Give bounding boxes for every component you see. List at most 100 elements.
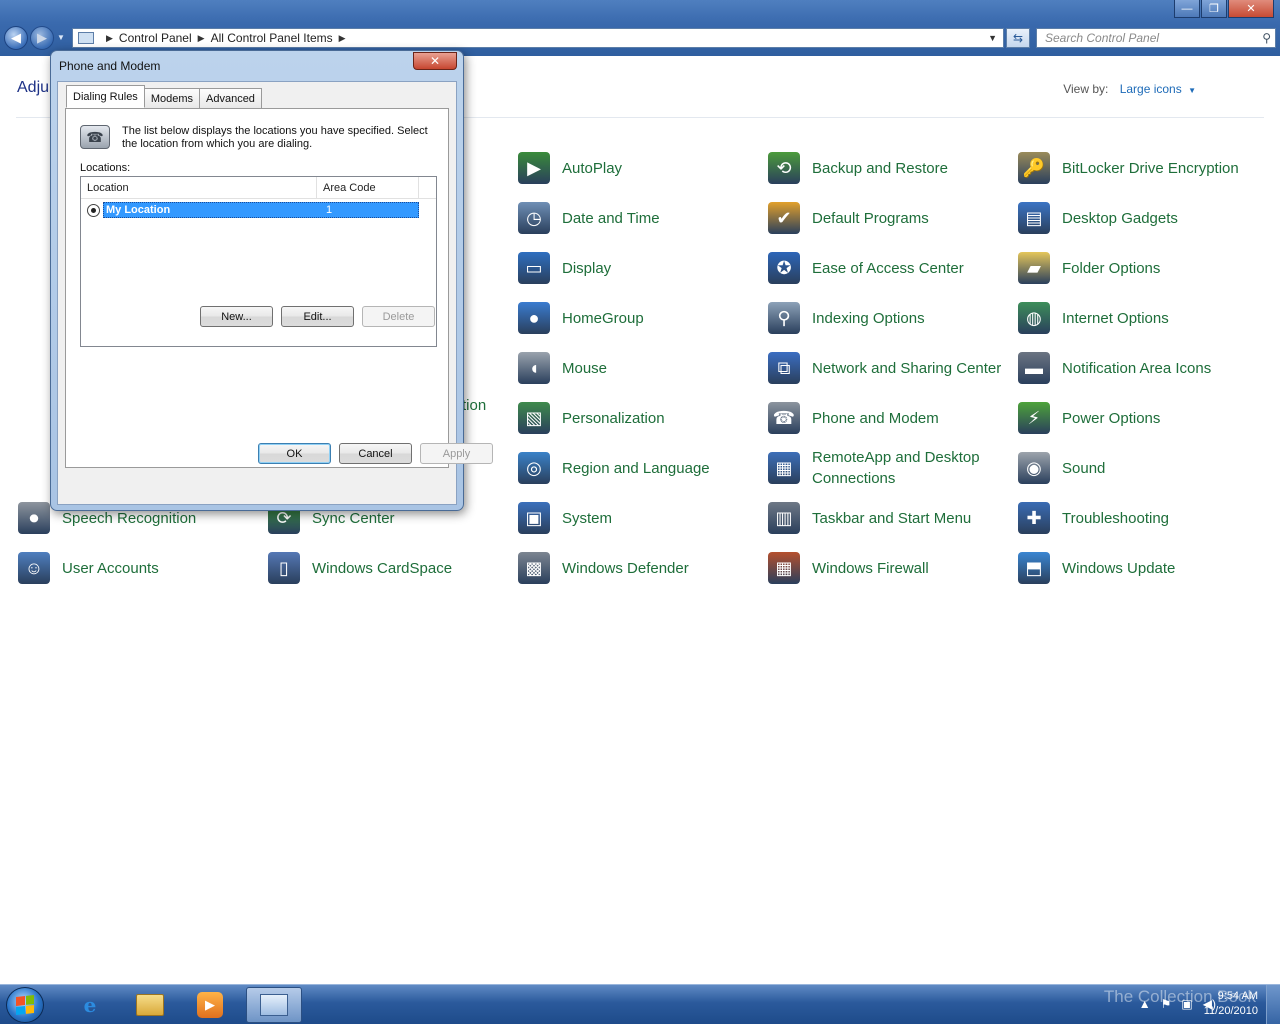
cancel-button[interactable]: Cancel xyxy=(339,443,412,464)
chevron-down-icon[interactable]: ▼ xyxy=(1188,86,1196,95)
control-panel-item-label: HomeGroup xyxy=(562,309,644,327)
dialog-title: Phone and Modem xyxy=(59,59,161,73)
control-panel-item[interactable]: ☺ User Accounts xyxy=(18,546,258,590)
autoplay-icon: ▶ xyxy=(518,152,550,184)
control-panel-item[interactable]: ▧ Personalization xyxy=(518,396,758,440)
column-header-location[interactable]: Location xyxy=(81,177,317,198)
control-panel-item[interactable]: ◖ Mouse xyxy=(518,346,758,390)
control-panel-item[interactable]: ⚡ Power Options xyxy=(1018,396,1258,440)
media-player-icon: ▶ xyxy=(197,992,223,1018)
minimize-button[interactable]: — xyxy=(1174,0,1200,18)
location-radio[interactable] xyxy=(87,203,100,217)
delete-button[interactable]: Delete xyxy=(362,306,435,327)
control-panel-item[interactable]: ⟲ Backup and Restore xyxy=(768,146,1008,190)
back-button[interactable]: ◀ xyxy=(4,26,28,50)
breadcrumb-all-items[interactable]: All Control Panel Items xyxy=(211,31,333,45)
dialog-body: Dialing Rules Modems Advanced ☎ The list… xyxy=(57,81,457,505)
refresh-button[interactable]: ⇆ xyxy=(1006,28,1030,48)
location-area-code: 1 xyxy=(326,204,333,216)
control-panel-item-label: Windows Firewall xyxy=(812,559,929,577)
control-panel-item-label: Personalization xyxy=(562,409,665,427)
control-panel-item[interactable]: ▬ Notification Area Icons xyxy=(1018,346,1258,390)
taskbar-internet-explorer[interactable]: e xyxy=(62,987,118,1023)
control-panel-icon xyxy=(260,994,288,1016)
ease-of-access-icon: ✪ xyxy=(768,252,800,284)
control-panel-item[interactable]: ⚲ Indexing Options xyxy=(768,296,1008,340)
control-panel-item[interactable]: ✔ Default Programs xyxy=(768,196,1008,240)
close-icon: ✕ xyxy=(429,54,441,68)
control-panel-item[interactable]: ● HomeGroup xyxy=(518,296,758,340)
search-input[interactable]: Search Control Panel ⚲ xyxy=(1036,28,1276,48)
taskbar-media-player[interactable]: ▶ xyxy=(182,987,238,1023)
breadcrumb-control-panel[interactable]: Control Panel xyxy=(119,31,192,45)
control-panel-item[interactable]: ◷ Date and Time xyxy=(518,196,758,240)
close-button[interactable]: ✕ xyxy=(1228,0,1274,18)
control-panel-item-label: Taskbar and Start Menu xyxy=(812,509,972,527)
tab-modems[interactable]: Modems xyxy=(143,88,200,108)
control-panel-item-label: Region and Language xyxy=(562,459,710,477)
edit-button[interactable]: Edit... xyxy=(281,306,354,327)
address-dropdown-icon[interactable]: ▼ xyxy=(988,33,997,43)
tab-dialing-rules[interactable]: Dialing Rules xyxy=(66,85,145,108)
breadcrumb-separator-icon[interactable]: ▶ xyxy=(339,33,346,44)
control-panel-item[interactable]: ☎ Phone and Modem xyxy=(768,396,1008,440)
taskbar: e ▶ The Collection Book ▲ ⚑ ▣ ◀) 9:54 AM… xyxy=(0,984,1280,1024)
maximize-button[interactable]: ❐ xyxy=(1201,0,1227,18)
control-panel-item[interactable]: 🔑 BitLocker Drive Encryption xyxy=(1018,146,1258,190)
control-panel-item[interactable]: ✪ Ease of Access Center xyxy=(768,246,1008,290)
breadcrumb-separator-icon[interactable]: ▶ xyxy=(106,33,113,44)
show-desktop-button[interactable] xyxy=(1266,985,1280,1024)
taskbar-windows-explorer[interactable] xyxy=(122,987,178,1023)
show-hidden-icons-icon[interactable]: ▲ xyxy=(1139,997,1151,1011)
control-panel-item[interactable]: ▶ AutoPlay xyxy=(518,146,758,190)
partial-item-label[interactable]: tion xyxy=(462,397,486,414)
action-center-flag-icon[interactable]: ⚑ xyxy=(1161,997,1172,1011)
control-panel-item[interactable]: ✚ Troubleshooting xyxy=(1018,496,1258,540)
control-panel-item[interactable]: ◎ Region and Language xyxy=(518,446,758,490)
clock[interactable]: 9:54 AM 11/20/2010 xyxy=(1204,989,1258,1019)
control-panel-item-label: User Accounts xyxy=(62,559,159,577)
control-panel-item[interactable]: ▰ Folder Options xyxy=(1018,246,1258,290)
control-panel-item[interactable]: ▤ Desktop Gadgets xyxy=(1018,196,1258,240)
control-panel-item[interactable]: ▣ System xyxy=(518,496,758,540)
column-header-area-code[interactable]: Area Code xyxy=(317,177,419,198)
firewall-icon: ▦ xyxy=(768,552,800,584)
selected-row-highlight[interactable]: My Location 1 xyxy=(103,202,419,218)
breadcrumb-separator-icon[interactable]: ▶ xyxy=(198,33,205,44)
control-panel-item[interactable]: ▥ Taskbar and Start Menu xyxy=(768,496,1008,540)
control-panel-item[interactable]: ⬒ Windows Update xyxy=(1018,546,1258,590)
new-button[interactable]: New... xyxy=(200,306,273,327)
dialing-rules-panel: ☎ The list below displays the locations … xyxy=(65,108,449,468)
system-icon: ▣ xyxy=(518,502,550,534)
tab-advanced[interactable]: Advanced xyxy=(199,88,262,108)
control-panel-item[interactable]: ▭ Display xyxy=(518,246,758,290)
control-panel-item[interactable]: ▯ Windows CardSpace xyxy=(268,546,508,590)
window-controls: — ❐ ✕ xyxy=(1174,0,1274,18)
control-panel-item-label: Folder Options xyxy=(1062,259,1161,277)
view-by-value[interactable]: Large icons xyxy=(1120,82,1182,96)
address-bar[interactable]: ▶ Control Panel ▶ All Control Panel Item… xyxy=(72,28,1004,48)
ok-button[interactable]: OK xyxy=(258,443,331,464)
control-panel-item[interactable]: ▦ RemoteApp and Desktop Connections xyxy=(768,446,1008,490)
control-panel-item[interactable]: ▩ Windows Defender xyxy=(518,546,758,590)
taskbar-control-panel[interactable] xyxy=(246,987,302,1023)
control-panel-item[interactable]: ◍ Internet Options xyxy=(1018,296,1258,340)
locations-label: Locations: xyxy=(80,162,131,174)
forward-button[interactable]: ▶ xyxy=(30,26,54,50)
control-panel-item[interactable]: ▦ Windows Firewall xyxy=(768,546,1008,590)
table-row[interactable]: My Location 1 xyxy=(87,202,419,218)
apply-button[interactable]: Apply xyxy=(420,443,493,464)
search-icon[interactable]: ⚲ xyxy=(1262,31,1271,45)
recent-pages-dropdown[interactable]: ▼ xyxy=(57,33,65,42)
location-name: My Location xyxy=(106,204,171,216)
backup-icon: ⟲ xyxy=(768,152,800,184)
start-button[interactable] xyxy=(6,987,44,1023)
explorer-title-bar: — ❐ ✕ ◀ ▶ ▼ ▶ Control Panel ▶ All Contro… xyxy=(0,0,1280,56)
control-panel-item-label: Display xyxy=(562,259,612,277)
dialog-close-button[interactable]: ✕ xyxy=(413,52,457,70)
control-panel-item[interactable]: ◉ Sound xyxy=(1018,446,1258,490)
network-icon[interactable]: ▣ xyxy=(1181,997,1192,1011)
folder-icon xyxy=(136,994,164,1016)
mouse-icon: ◖ xyxy=(518,352,550,384)
control-panel-item[interactable]: ⧉ Network and Sharing Center xyxy=(768,346,1008,390)
